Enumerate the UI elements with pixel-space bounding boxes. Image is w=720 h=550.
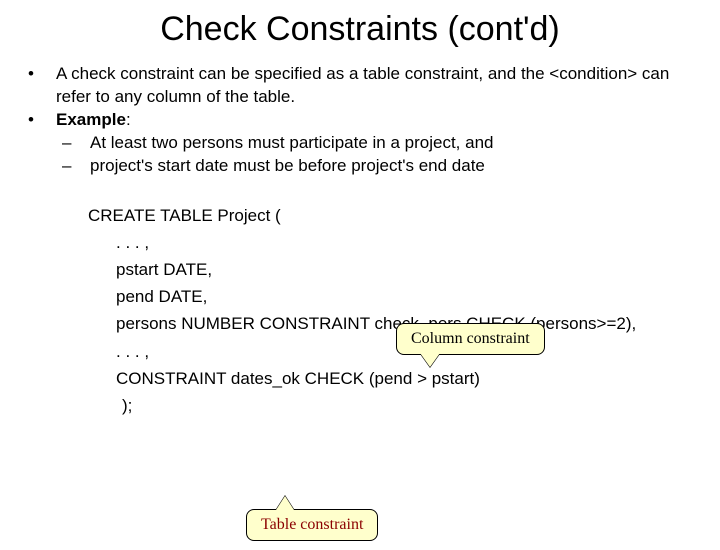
table-constraint-callout: Table constraint [246,509,378,541]
bullet-2: • Example: – At least two persons must p… [28,109,700,178]
sub-bullet-2: – project's start date must be before pr… [56,155,700,178]
example-colon: : [126,110,131,129]
bullet-1: • A check constraint can be specified as… [28,63,700,109]
bullet-2-body: Example: – At least two persons must par… [56,109,700,178]
dash-icon: – [56,155,90,178]
slide-body: • A check constraint can be specified as… [28,63,700,419]
code-line: pstart DATE, [116,256,700,283]
code-line: . . . , [116,229,700,256]
bullet-dot: • [28,109,56,178]
example-label: Example [56,110,126,129]
code-line: CONSTRAINT dates_ok CHECK (pend > pstart… [116,365,700,392]
sub-bullet-1: – At least two persons must participate … [56,132,700,155]
code-line: pend DATE, [116,283,700,310]
code-line: CREATE TABLE Project ( [88,202,700,229]
sql-code: CREATE TABLE Project ( . . . , pstart DA… [88,202,700,420]
callout-pointer-icon [276,496,294,510]
column-constraint-callout: Column constraint [396,323,545,355]
sub-bullet-2-text: project's start date must be before proj… [90,155,485,178]
callout-pointer-icon [420,353,440,367]
bullet-1-text: A check constraint can be specified as a… [56,63,700,109]
sub-bullet-1-text: At least two persons must participate in… [90,132,493,155]
code-line: ); [122,392,700,419]
slide-title: Check Constraints (cont'd) [0,10,720,49]
bullet-dot: • [28,63,56,109]
dash-icon: – [56,132,90,155]
